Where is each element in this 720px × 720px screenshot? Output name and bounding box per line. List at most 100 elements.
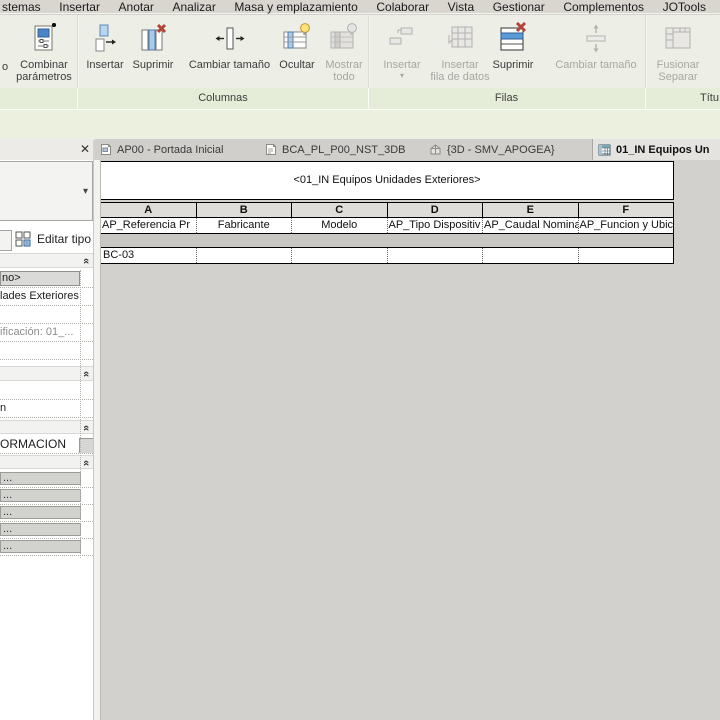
view-tab-equipos-exteriores[interactable]: 01_IN Equipos Un: [592, 139, 720, 160]
panel-label-filas[interactable]: Filas: [368, 92, 645, 104]
column-letter[interactable]: E: [483, 203, 579, 217]
chevron-collapse-icon[interactable]: «: [80, 425, 92, 431]
hide-column-icon: [282, 17, 312, 59]
property-value-selected[interactable]: no>: [0, 271, 80, 286]
column-header[interactable]: AP_Caudal Nominal: [483, 218, 579, 233]
chevron-collapse-icon[interactable]: «: [80, 371, 92, 377]
column-header[interactable]: Modelo: [292, 218, 388, 233]
chevron-collapse-icon[interactable]: «: [80, 460, 92, 466]
menu-item-masa-emplazamiento[interactable]: Masa y emplazamiento: [234, 0, 357, 14]
insert-column-button[interactable]: Insertar: [80, 17, 130, 87]
insert-row-icon: [388, 17, 416, 59]
chevron-collapse-icon[interactable]: «: [80, 258, 92, 264]
merge-unmerge-icon: [663, 17, 693, 59]
menu-item-complementos[interactable]: Complementos: [563, 0, 644, 14]
show-all-columns-button[interactable]: Mostrar todo: [321, 17, 367, 87]
options-bar: [0, 109, 720, 140]
edit-value-button[interactable]: ...: [0, 472, 81, 485]
palette-header: ✕: [0, 139, 93, 160]
column-letter[interactable]: C: [292, 203, 388, 217]
column-letter[interactable]: B: [197, 203, 293, 217]
edit-value-button[interactable]: ...: [0, 523, 81, 536]
edit-type-icon: [15, 231, 32, 248]
column-header[interactable]: AP_Referencia Pr: [101, 218, 197, 233]
merge-unmerge-button[interactable]: Fusionar Separar: [650, 17, 706, 87]
menu-item-anotar[interactable]: Anotar: [119, 0, 154, 14]
schedule-icon: [598, 144, 611, 156]
schedule-header-row: AP_Referencia Pr Fabricante Modelo AP_Ti…: [100, 218, 674, 234]
resize-column-icon: [215, 17, 245, 59]
menu-item-sistemas[interactable]: stemas: [2, 0, 41, 14]
panel-label-columnas[interactable]: Columnas: [78, 92, 368, 104]
property-value: ORMACION: [0, 437, 66, 451]
panel-label-titulos[interactable]: Títu: [700, 92, 720, 104]
column-header[interactable]: AP_Tipo Dispositiv: [388, 218, 484, 233]
menu-item-analizar[interactable]: Analizar: [172, 0, 215, 14]
view-tab-bca-plano[interactable]: BCA_PL_P00_NST_3DB: [260, 139, 420, 160]
delete-row-icon: [498, 17, 528, 59]
view-tab-label: 01_IN Equipos Un: [616, 144, 710, 156]
combine-parameters-icon: [30, 17, 58, 59]
schedule-group-band: [100, 234, 674, 247]
delete-column-icon: [138, 17, 168, 59]
cut-control[interactable]: [0, 230, 12, 251]
insert-row-button[interactable]: Insertar ▾: [376, 17, 428, 87]
column-letter[interactable]: A: [101, 203, 197, 217]
combine-parameters-button[interactable]: Combinar parámetros: [12, 17, 76, 87]
column-header[interactable]: AP_Funcion y Ubic: [579, 218, 674, 233]
delete-column-button[interactable]: Suprimir: [128, 17, 178, 87]
sheet-icon: [100, 143, 112, 156]
column-letter[interactable]: D: [388, 203, 484, 217]
edit-value-button[interactable]: ...: [0, 540, 81, 553]
ribbon-panel-labels: Columnas Filas Títu: [0, 88, 720, 109]
show-all-columns-icon: [329, 17, 359, 59]
column-letter[interactable]: F: [579, 203, 674, 217]
insert-row-dropdown-arrow[interactable]: ▾: [400, 71, 404, 80]
edit-type-button[interactable]: Editar tipo: [37, 232, 91, 246]
insert-column-icon: [92, 17, 118, 59]
house-3d-icon: [429, 143, 442, 156]
delete-row-button[interactable]: Suprimir: [487, 17, 539, 87]
view-tab-portada[interactable]: AP00 - Portada Inicial: [95, 139, 255, 160]
menu-item-jotools[interactable]: JOTools: [663, 0, 706, 14]
panel-separator: [77, 88, 78, 109]
view-tab-label: BCA_PL_P00_NST_3DB: [282, 144, 406, 156]
cut-button-label: o: [2, 61, 8, 73]
schedule-data-row: BC-03: [100, 247, 674, 264]
palette-splitter[interactable]: [93, 160, 101, 720]
insert-data-row-button[interactable]: Insertar fila de datos: [430, 17, 490, 87]
schedule-cell[interactable]: [197, 248, 293, 263]
schedule-cell[interactable]: BC-03: [101, 248, 197, 263]
insert-image-button[interactable]: Ins ima: [706, 17, 720, 87]
view-tab-3d[interactable]: {3D - SMV_APOGEA}: [424, 139, 586, 160]
drawing-area[interactable]: <01_IN Equipos Unidades Exteriores> A B …: [99, 160, 720, 720]
schedule-table: <01_IN Equipos Unidades Exteriores> A B …: [100, 161, 674, 264]
hide-column-button[interactable]: Ocultar: [272, 17, 322, 87]
schedule-cell[interactable]: [579, 248, 674, 263]
sheet-icon: [265, 143, 277, 156]
property-mini-button[interactable]: [79, 438, 93, 454]
edit-type-row: Editar tipo: [0, 228, 93, 252]
edit-value-button[interactable]: ...: [0, 489, 81, 502]
schedule-cell[interactable]: [388, 248, 484, 263]
menu-item-insertar[interactable]: Insertar: [59, 0, 100, 14]
revit-window: stemas Insertar Anotar Analizar Masa y e…: [0, 0, 720, 720]
properties-palette: ✕ ▾ Editar tipo « no> lades E: [0, 139, 93, 720]
column-header[interactable]: Fabricante: [197, 218, 293, 233]
menu-item-vista[interactable]: Vista: [448, 0, 474, 14]
resize-row-button[interactable]: Cambiar tamaño: [548, 17, 644, 87]
resize-row-icon: [581, 17, 611, 59]
menu-item-colaborar[interactable]: Colaborar: [376, 0, 429, 14]
schedule-cell[interactable]: [483, 248, 579, 263]
edit-value-button[interactable]: ...: [0, 506, 81, 519]
close-icon[interactable]: ✕: [80, 141, 90, 157]
menu-item-gestionar[interactable]: Gestionar: [493, 0, 545, 14]
resize-column-button[interactable]: Cambiar tamaño: [178, 17, 281, 87]
type-selector[interactable]: ▾: [0, 161, 93, 221]
palette-section-header[interactable]: «: [0, 253, 93, 268]
chevron-down-icon: ▾: [83, 186, 88, 197]
schedule-cell[interactable]: [292, 248, 388, 263]
schedule-title: <01_IN Equipos Unidades Exteriores>: [100, 161, 674, 200]
view-tab-label: AP00 - Portada Inicial: [117, 144, 223, 156]
panel-separator: [368, 88, 369, 109]
